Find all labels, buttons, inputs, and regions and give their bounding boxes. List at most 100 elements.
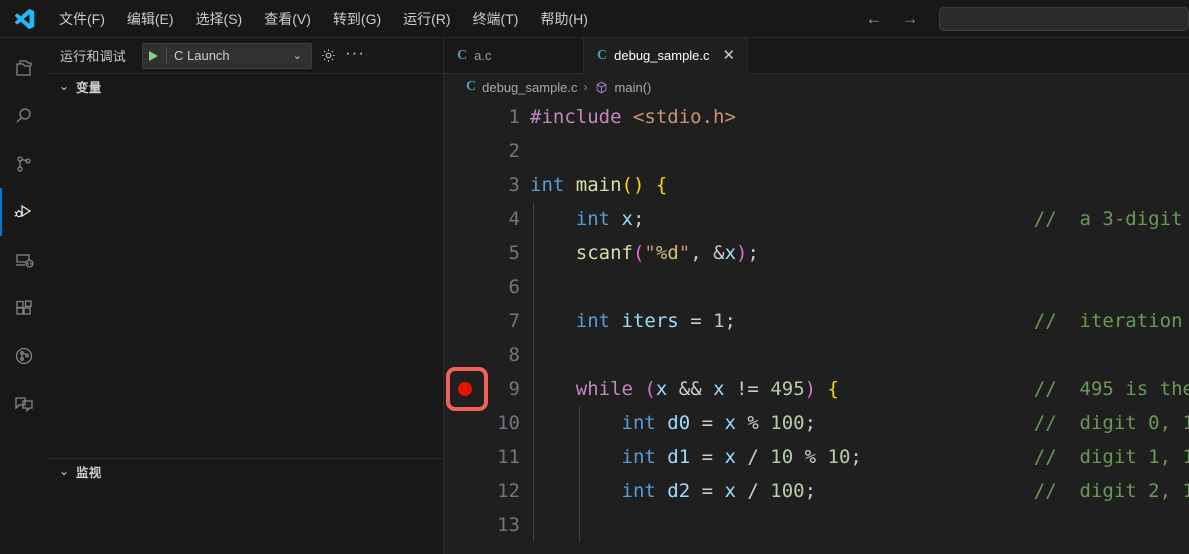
line-number: 7 bbox=[508, 310, 520, 332]
code-line[interactable]: int x; // a 3-digit n bbox=[530, 202, 1189, 236]
menu-bar: 文件(F) 编辑(E) 选择(S) 查看(V) 转到(G) 运行(R) 终端(T… bbox=[48, 5, 599, 33]
activity-item-extensions[interactable] bbox=[0, 284, 48, 332]
tab-debug-sample-c[interactable]: C debug_sample.c ✕ bbox=[584, 38, 749, 74]
activity-item-explorer[interactable] bbox=[0, 44, 48, 92]
watch-list bbox=[48, 483, 443, 554]
code-token: / bbox=[735, 480, 771, 502]
code-line[interactable]: scanf("%d", &x); bbox=[530, 236, 1189, 270]
code-token: ( bbox=[632, 242, 645, 264]
menu-item-file[interactable]: 文件(F) bbox=[48, 5, 116, 33]
menu-item-view[interactable]: 查看(V) bbox=[253, 5, 322, 33]
code-token: int bbox=[621, 480, 656, 502]
workbench-body: 运行和调试 C Launch ⌄ ··· ⌄ 变量 ⌄ 监视 C a.c C d… bbox=[0, 38, 1189, 554]
code-token: % bbox=[735, 412, 771, 434]
chevron-down-icon[interactable]: ⌄ bbox=[56, 464, 72, 478]
variables-list bbox=[48, 98, 443, 458]
code-token: x bbox=[621, 208, 633, 230]
menu-item-run[interactable]: 运行(R) bbox=[392, 5, 461, 33]
code-line[interactable] bbox=[530, 508, 1189, 542]
more-actions-button[interactable]: ··· bbox=[345, 44, 365, 64]
breadcrumb-symbol[interactable]: main() bbox=[615, 80, 652, 95]
code-line[interactable] bbox=[530, 338, 1189, 372]
activity-item-chat[interactable] bbox=[0, 380, 48, 428]
line-number: 5 bbox=[508, 242, 520, 264]
code-token: && bbox=[667, 378, 714, 400]
debug-configuration-select[interactable]: C Launch ⌄ bbox=[142, 42, 313, 69]
code-token: iters bbox=[621, 310, 679, 332]
variables-section-header[interactable]: ⌄ 变量 bbox=[48, 74, 443, 98]
code-line[interactable]: int main() { bbox=[530, 168, 1189, 202]
symbol-method-icon bbox=[594, 80, 609, 95]
code-line[interactable]: int d1 = x / 10 % 10; // digit 1, 10 bbox=[530, 440, 1189, 474]
code-token: 10 bbox=[770, 446, 794, 468]
code-line[interactable]: int iters = 1; // iteration c bbox=[530, 304, 1189, 338]
chevron-down-icon[interactable]: ⌄ bbox=[56, 79, 72, 93]
glyph-margin[interactable] bbox=[444, 100, 488, 554]
code-line[interactable]: int d0 = x % 100; // digit 0, 10 bbox=[530, 406, 1189, 440]
code-token: x bbox=[655, 378, 668, 400]
code-token: != bbox=[724, 378, 771, 400]
code-token: 495 bbox=[770, 378, 805, 400]
menu-item-help[interactable]: 帮助(H) bbox=[529, 5, 598, 33]
activity-item-gitlens[interactable] bbox=[0, 332, 48, 380]
menu-item-terminal[interactable]: 终端(T) bbox=[462, 5, 530, 33]
menu-item-go[interactable]: 转到(G) bbox=[322, 5, 392, 33]
vscode-logo-icon bbox=[0, 8, 48, 30]
play-icon[interactable] bbox=[149, 50, 159, 61]
activity-item-remote-explorer[interactable] bbox=[0, 236, 48, 284]
navigate-back-button[interactable]: ← bbox=[863, 9, 885, 29]
debug-configuration-name: C Launch bbox=[174, 48, 230, 63]
breadcrumb-file[interactable]: debug_sample.c bbox=[482, 80, 577, 95]
code-token: int bbox=[575, 208, 611, 230]
code-token: = bbox=[678, 310, 714, 332]
activity-item-run-and-debug[interactable] bbox=[0, 188, 48, 236]
indent-guide bbox=[579, 406, 580, 542]
code-line[interactable]: int d2 = x / 100; // digit 2, 10 bbox=[530, 474, 1189, 508]
chevron-right-icon: › bbox=[583, 80, 588, 94]
code-content[interactable]: #include <stdio.h> int main() { int x;// … bbox=[530, 100, 1189, 554]
code-token: ) bbox=[736, 242, 748, 264]
tab-a-c[interactable]: C a.c bbox=[444, 38, 584, 73]
menu-item-selection[interactable]: 选择(S) bbox=[185, 5, 254, 33]
code-token: ; bbox=[804, 412, 817, 434]
activity-item-source-control[interactable] bbox=[0, 140, 48, 188]
code-token: 100 bbox=[770, 480, 805, 502]
indent-guide bbox=[533, 202, 534, 542]
close-icon[interactable]: ✕ bbox=[723, 48, 736, 63]
code-token: x bbox=[724, 480, 736, 502]
title-bar: 文件(F) 编辑(E) 选择(S) 查看(V) 转到(G) 运行(R) 终端(T… bbox=[0, 0, 1189, 38]
gear-icon[interactable] bbox=[320, 47, 337, 64]
line-number: 11 bbox=[497, 446, 520, 468]
navigate-forward-button[interactable]: → bbox=[899, 9, 921, 29]
code-token: { bbox=[827, 378, 839, 400]
chevron-down-icon[interactable]: ⌄ bbox=[289, 49, 309, 62]
watch-section-header[interactable]: ⌄ 监视 bbox=[48, 459, 443, 483]
code-editor[interactable]: 1 2 3 4 5 6 7 8 9 10 11 12 13 #include <stdio.h> int … bbox=[444, 100, 1189, 554]
code-token: <stdio.h> bbox=[632, 106, 736, 128]
code-token: ) bbox=[804, 378, 817, 400]
line-number: 1 bbox=[508, 106, 520, 128]
editor-tab-bar: C a.c C debug_sample.c ✕ bbox=[444, 38, 1189, 74]
code-token: ; bbox=[633, 208, 645, 230]
editor-group: C a.c C debug_sample.c ✕ C debug_sample.… bbox=[444, 38, 1189, 554]
code-line[interactable] bbox=[530, 134, 1189, 168]
code-token: { bbox=[655, 174, 668, 196]
code-token: main bbox=[575, 174, 622, 196]
code-token: 10 bbox=[827, 446, 851, 468]
menu-item-edit[interactable]: 编辑(E) bbox=[116, 5, 185, 33]
activity-item-search[interactable] bbox=[0, 92, 48, 140]
code-line[interactable]: #include <stdio.h> bbox=[530, 100, 1189, 134]
code-line[interactable]: while (x && x != 495) {// 495 is the bbox=[530, 372, 1189, 406]
command-center-input[interactable] bbox=[939, 7, 1189, 31]
code-line[interactable] bbox=[530, 270, 1189, 304]
